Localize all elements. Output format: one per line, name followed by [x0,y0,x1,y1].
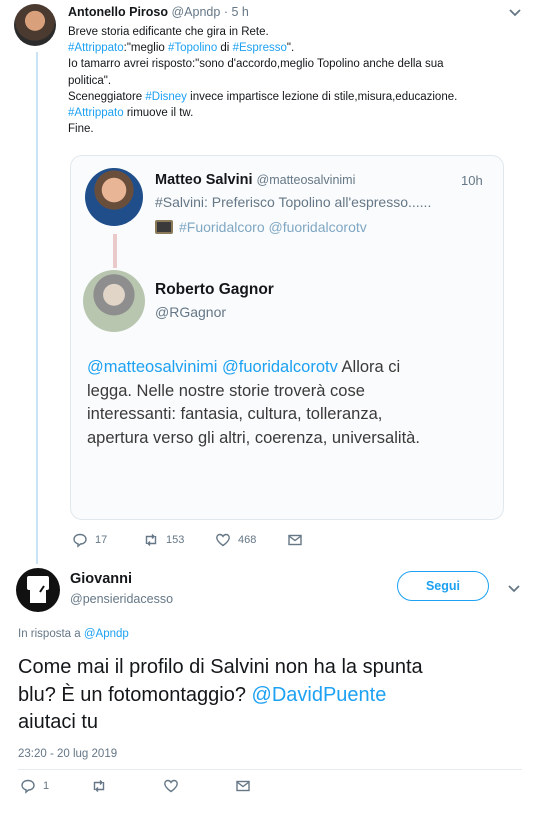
envelope-icon [236,780,250,792]
reply-icon [73,533,87,548]
text-line: Come mai il profilo di Salvini non ha la… [18,654,528,682]
quoted-author: Matteo Salvini @matteosalvinimi [155,172,355,188]
text-line: apertura verso gli altri, coerenza, univ… [87,427,497,451]
text-segment: Fine. [68,123,94,136]
tweet-link[interactable]: @DavidPuente [252,684,387,706]
text-line: @matteosalvinimi @fuoridalcorotv Allora … [87,356,497,380]
like-action[interactable]: 468 [215,532,256,548]
tweet-text: Breve storia edificante che gira in Rete… [68,24,518,137]
reply-text: @matteosalvinimi @fuoridalcorotv Allora … [87,356,497,450]
tv-icon [155,220,173,234]
chevron-down-icon[interactable] [508,6,522,20]
reply-author-name: Roberto Gagnor [155,281,274,298]
text-segment: invece impartisce lezione di stile,misur… [186,90,458,103]
quoted-author-handle: @matteosalvinimi [256,173,356,187]
text-line: #Attrippato:"meglio #Topolino di #Espres… [68,40,518,56]
quoted-avatar [85,168,143,226]
heart-icon [164,779,178,793]
retweet-action[interactable] [91,778,107,794]
tweet-time[interactable]: · 5 h [224,5,249,19]
message-action[interactable] [235,778,251,794]
tweet-link[interactable]: #Espresso [233,42,287,54]
reply-icon [21,779,35,794]
text-segment: Come mai il profilo di Salvini non ha la… [18,656,423,678]
text-line: Breve storia edificante che gira in Rete… [68,24,518,40]
text-line: #Attrippato rimuove il tw. [68,105,518,121]
author-name[interactable]: Antonello Piroso [68,5,168,19]
reply-handle-link[interactable]: @Apndp [84,628,129,640]
quoted-author-name: Matteo Salvini [155,172,253,188]
tweet-link[interactable]: #Attrippato [68,42,124,54]
text-segment: aiutaci tu [18,711,99,733]
author-handle[interactable]: @pensieridacesso [70,592,173,606]
reply-action[interactable]: 17 [72,532,107,548]
text-segment: Sceneggiatore [68,90,146,103]
divider [18,769,522,770]
quoted-hashtags: #Fuoridalcoro @fuoridalcorotv [179,219,367,235]
tweet-link[interactable]: #Disney [145,91,187,103]
like-count: 468 [238,534,257,546]
retweet-icon [93,780,105,792]
quoted-text: #Salvini: Preferisco Topolino all'espres… [155,194,432,210]
avatar[interactable] [16,568,60,612]
reply-author-handle: @RGagnor [155,304,227,320]
quoted-time: 10h [461,173,483,188]
tweet-header: Antonello Piroso @Apndp · 5 h [68,5,249,19]
author-name[interactable]: Giovanni [70,571,132,587]
thread-line [36,52,38,564]
text-segment: di [217,42,233,55]
author-handle[interactable]: @Apndp [171,5,220,19]
toilet-icon [27,576,49,603]
text-segment: blu? È un fotomontaggio? [18,683,252,706]
follow-button[interactable]: Segui [397,571,489,601]
message-action[interactable] [287,532,303,548]
text-line: interessanti: fantasia, cultura, tollera… [87,403,497,427]
text-segment: Breve storia edificante che gira in Rete… [68,26,269,38]
text-segment: ". [286,42,295,55]
text-line: aiutaci tu [18,709,528,737]
reply-action[interactable]: 1 [20,778,49,794]
text-segment: Io tamarro avrei risposto:"sono d'accord… [68,58,444,71]
quoted-text-line2: #Fuoridalcoro @fuoridalcorotv [155,219,367,235]
reply-avatar [83,270,145,332]
tweet-link[interactable]: #Topolino [168,42,217,54]
reply-context: In risposta a @Apndp [18,628,129,640]
retweet-action[interactable]: 153 [143,532,184,548]
reply-count: 1 [43,780,50,792]
text-line: legga. Nelle nostre storie troverà cose [87,380,497,404]
tweet-text: Come mai il profilo di Salvini non ha la… [18,654,528,737]
text-segment: legga. Nelle nostre storie troverà cose [87,381,365,400]
envelope-icon [288,534,302,546]
retweet-icon [145,534,157,546]
text-segment: Allora ci [337,358,401,376]
text-line: politica". [68,73,518,89]
like-action[interactable] [163,778,179,794]
text-segment: politica". [68,74,112,87]
text-line: Sceneggiatore #Disney invece impartisce … [68,89,518,105]
tweet-image-card[interactable]: Matteo Salvini @matteosalvinimi 10h #Sal… [70,155,504,520]
text-line: Fine. [68,121,518,137]
heart-icon [216,533,230,547]
tweet-link[interactable]: @matteosalvinimi @fuoridalcorotv [87,358,338,376]
text-segment: rimuove il tw. [123,107,194,120]
text-segment: interessanti: fantasia, cultura, tollera… [87,405,383,423]
reply-prefix: In risposta a [18,628,81,640]
reply-connector [113,234,117,268]
tweet-link[interactable]: #Attrippato [68,107,124,119]
text-segment: apertura verso gli altri, coerenza, univ… [87,428,420,447]
reply-count: 17 [95,534,108,546]
retweet-count: 153 [166,534,185,546]
tweet-timestamp[interactable]: 23:20 - 20 lug 2019 [18,748,117,760]
text-segment: :"meglio [123,42,168,55]
chevron-down-icon[interactable] [507,582,521,596]
text-line: Io tamarro avrei risposto:"sono d'accord… [68,56,518,72]
text-line: blu? È un fotomontaggio? @DavidPuente [18,682,528,710]
avatar[interactable] [14,4,56,46]
